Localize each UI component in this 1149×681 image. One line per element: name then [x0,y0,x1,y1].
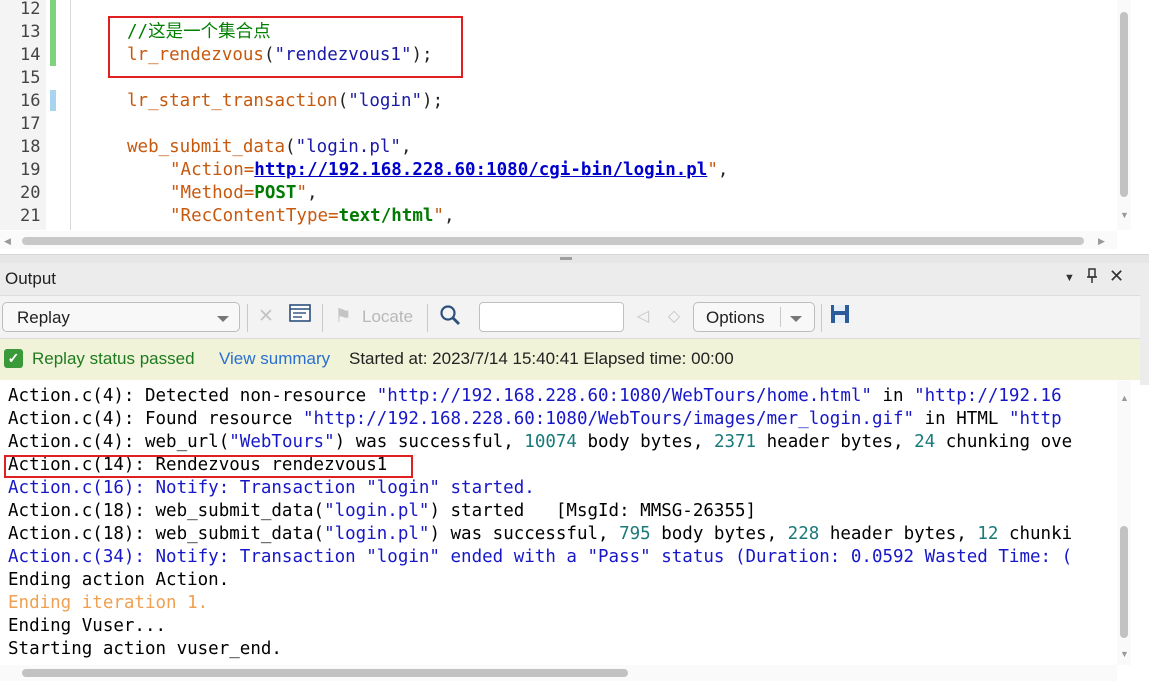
code-line-18: web_submit_data("login.pl", [127,137,412,157]
replay-status-bar: ✓ Replay status passed View summary Star… [0,339,1140,380]
locate-button[interactable]: Locate [362,307,413,327]
search-icon[interactable] [437,304,463,330]
line-number: 15 [20,68,41,88]
log-line: Action.c(18): web_submit_data("login.pl"… [8,524,1073,544]
rendezvous-highlight-box [108,16,463,78]
method-value: POST [254,183,297,203]
rendezvous-log-highlight-box [4,455,413,478]
log-line: Action.c(18): web_submit_data("login.pl"… [8,501,757,521]
submit-data-function: web_submit_data [127,137,286,157]
find-previous-icon[interactable]: ◁ [630,304,656,330]
log-line: Ending Vuser... [8,616,167,636]
action-key: "Action= [170,160,255,180]
replay-status-text: Replay status passed [32,349,195,368]
changed-lines-marker [50,0,56,66]
start-transaction-function: lr_start_transaction [127,91,338,111]
line-number: 16 [20,91,41,111]
close-icon[interactable]: ✕ [1109,266,1124,287]
line-number: 17 [20,114,41,134]
log-line: Ending action Action. [8,570,230,590]
scroll-down-arrow-icon[interactable]: ▼ [1120,210,1129,220]
line-number: 20 [20,183,41,203]
splitter-grip-icon[interactable] [560,257,572,260]
log-line: Action.c(4): Found resource "http://192.… [8,409,1062,429]
line-number: 12 [20,0,41,19]
log-vertical-scroll-thumb[interactable] [1120,526,1128,638]
view-summary-link[interactable]: View summary [219,349,330,369]
side-strip [1140,295,1149,385]
toolbar-divider [322,304,323,332]
transaction-name: "login" [348,91,423,111]
log-line: Starting action vuser_end. [8,639,282,659]
log-horizontal-scroll-thumb[interactable] [22,669,628,677]
toolbar-divider [821,304,822,332]
log-vertical-scrollbar[interactable]: ▲ ▼ [1117,381,1131,665]
chevron-down-icon [217,316,229,322]
content-type-value: text/html [338,206,434,226]
submit-step-name: "login.pl" [295,137,401,157]
toolbar-divider [247,304,248,332]
code-line-19: "Action=http://192.168.228.60:1080/cgi-b… [170,160,729,180]
output-panel-title: Output [5,269,57,288]
line-number: 19 [20,160,41,180]
code-line-16: lr_start_transaction("login"); [127,91,444,111]
find-next-icon[interactable]: ◇ [661,304,687,330]
line-number: 14 [20,45,41,65]
options-split-divider [780,307,781,327]
log-line-transaction-end: Action.c(34): Notify: Transaction "login… [8,547,1073,567]
clear-icon[interactable]: ✕ [253,304,279,330]
check-icon: ✓ [4,349,23,368]
chevron-down-icon [790,316,802,322]
line-number: 13 [20,22,41,42]
output-mode-dropdown[interactable]: Replay [2,302,240,332]
save-icon[interactable] [827,304,853,330]
log-line-transaction-start: Action.c(16): Notify: Transaction "login… [8,478,535,498]
options-dropdown[interactable]: Options [693,302,815,332]
code-editor[interactable]: 12 13 14 15 16 17 18 19 20 21 //这是一个集合点 … [0,0,1149,254]
replay-log[interactable]: Action.c(4): Detected non-resource "http… [0,381,1116,665]
saved-lines-marker [50,90,56,111]
output-toolbar: Replay ✕ ⚑ Locate ◁ ◇ Options [0,295,1149,339]
locate-icon[interactable]: ⚑ [330,304,356,330]
method-key: "Method= [170,183,255,203]
scroll-up-arrow-icon[interactable]: ▲ [1120,393,1129,403]
action-url-link[interactable]: http://192.168.228.60:1080/cgi-bin/login… [254,160,707,180]
panel-menu-chevron-icon[interactable]: ▼ [1064,272,1075,284]
line-number-gutter: 12 13 14 15 16 17 18 19 20 21 [0,0,46,230]
log-line-iteration: Ending iteration 1. [8,593,209,613]
editor-vertical-scroll-thumb[interactable] [1120,12,1128,197]
content-type-key: "RecContentType= [170,206,339,226]
output-panel-header: Output ▼ ✕ [0,263,1149,295]
search-input[interactable] [479,302,624,332]
editor-horizontal-scrollbar[interactable]: ◀ ▶ [0,231,1117,249]
scroll-left-arrow-icon[interactable]: ◀ [4,236,11,246]
line-number: 21 [20,206,41,226]
editor-horizontal-scroll-thumb[interactable] [22,237,1084,245]
open-log-icon[interactable] [287,304,313,330]
pin-icon[interactable] [1086,268,1098,288]
log-line: Action.c(4): Detected non-resource "http… [8,386,1062,406]
log-line: Action.c(4): web_url("WebTours") was suc… [8,432,1073,452]
code-line-21: "RecContentType=text/html", [170,206,455,226]
panel-splitter[interactable] [0,254,1149,263]
scroll-down-arrow-icon[interactable]: ▼ [1120,649,1129,659]
options-label: Options [706,308,765,327]
code-line-20: "Method=POST", [170,183,318,203]
log-horizontal-scrollbar[interactable] [0,665,1117,681]
line-number: 18 [20,137,41,157]
output-mode-value: Replay [17,308,70,327]
editor-vertical-scrollbar[interactable]: ▼ [1117,0,1131,230]
toolbar-divider [427,304,428,332]
indent-guide [70,0,71,230]
replay-start-time: Started at: 2023/7/14 15:40:41 Elapsed t… [349,349,734,368]
scroll-right-arrow-icon[interactable]: ▶ [1098,236,1105,246]
